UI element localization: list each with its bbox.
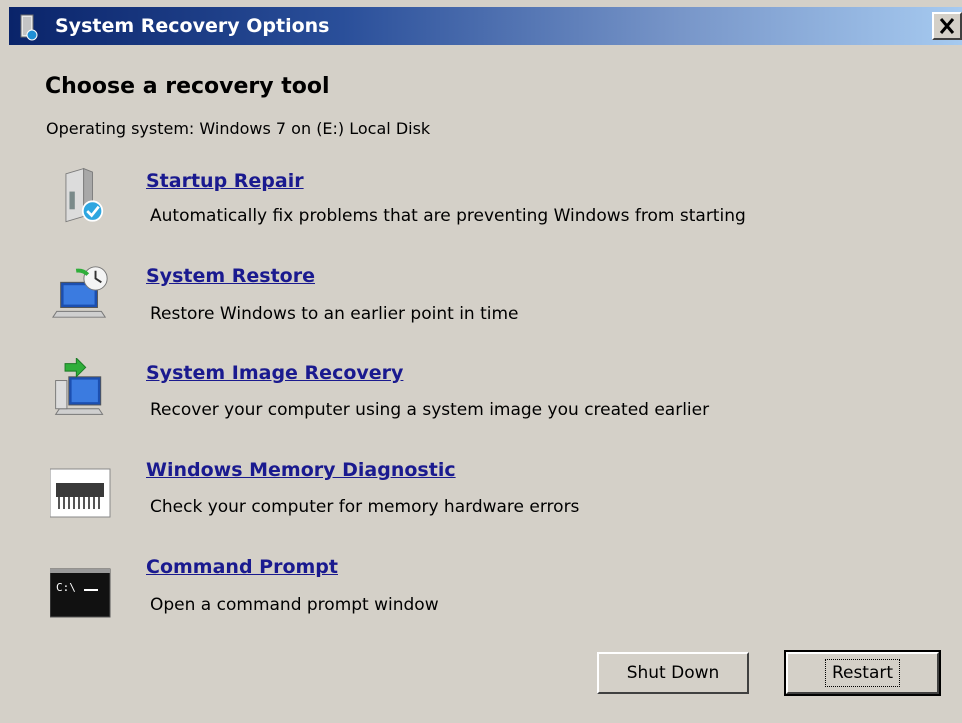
system-image-recovery-description: Recover your computer using a system ima…	[150, 400, 710, 420]
system-image-recovery-link[interactable]: System Image Recovery	[146, 362, 403, 384]
windows-memory-diagnostic-description: Check your computer for memory hardware …	[150, 497, 580, 517]
startup-repair-icon	[65, 167, 104, 223]
memory-diagnostic-icon	[50, 468, 111, 518]
recovery-app-icon	[20, 14, 38, 41]
tool-startup-repair: Startup Repair Automatically fix problem…	[0, 165, 962, 255]
close-icon	[939, 18, 955, 34]
page-title: Choose a recovery tool	[45, 74, 330, 99]
system-image-recovery-icon	[54, 358, 104, 415]
system-recovery-window: System Recovery Options Choose a recover…	[0, 0, 962, 723]
operating-system-label: Operating system: Windows 7 on (E:) Loca…	[46, 119, 431, 138]
system-restore-link[interactable]: System Restore	[146, 265, 315, 287]
tool-system-image-recovery: System Image Recovery Recover your compu…	[0, 358, 962, 448]
tool-command-prompt: C:\ Command Prompt Open a command prompt…	[0, 553, 962, 643]
command-prompt-description: Open a command prompt window	[150, 595, 439, 615]
close-button[interactable]	[932, 12, 962, 40]
restart-label: Restart	[824, 659, 901, 687]
system-restore-description: Restore Windows to an earlier point in t…	[150, 304, 519, 324]
restart-button[interactable]: Restart	[784, 650, 941, 696]
command-prompt-icon: C:\	[50, 568, 111, 618]
command-prompt-link[interactable]: Command Prompt	[146, 556, 338, 578]
tool-system-restore: System Restore Restore Windows to an ear…	[0, 261, 962, 351]
title-bar[interactable]: System Recovery Options	[9, 7, 962, 45]
tool-windows-memory-diagnostic: Windows Memory Diagnostic Check your com…	[0, 455, 962, 545]
svg-text:C:\: C:\	[56, 581, 76, 594]
shut-down-button[interactable]: Shut Down	[597, 652, 749, 694]
startup-repair-description: Automatically fix problems that are prev…	[150, 206, 746, 226]
windows-memory-diagnostic-link[interactable]: Windows Memory Diagnostic	[146, 459, 456, 481]
startup-repair-link[interactable]: Startup Repair	[146, 170, 304, 192]
system-restore-icon	[52, 266, 108, 318]
window-title: System Recovery Options	[55, 15, 330, 37]
